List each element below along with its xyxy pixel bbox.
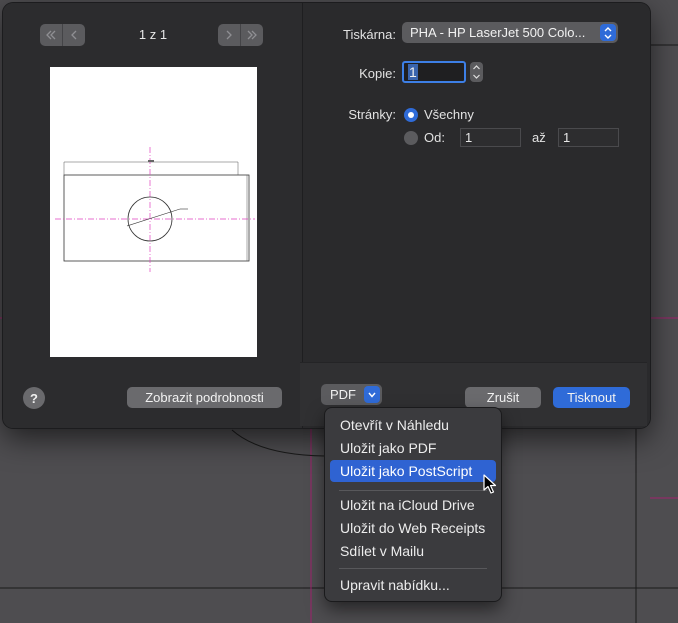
nav-back-group bbox=[40, 24, 85, 46]
menu-separator bbox=[339, 568, 487, 569]
menu-item-open-in-preview[interactable]: Otevřít v Náhledu bbox=[330, 414, 496, 436]
preview-pane: 1 z 1 ? Zobrazit podrobnosti bbox=[3, 3, 303, 428]
pages-all-radio[interactable] bbox=[404, 108, 418, 122]
menu-separator bbox=[339, 490, 487, 491]
pages-label: Stránky: bbox=[348, 107, 396, 122]
pages-from-radio[interactable] bbox=[404, 131, 418, 145]
menu-item-save-as-postscript[interactable]: Uložit jako PostScript bbox=[330, 460, 496, 482]
double-chevron-right-icon bbox=[247, 30, 257, 40]
menu-item-save-to-web-receipts[interactable]: Uložit do Web Receipts bbox=[330, 517, 496, 539]
updown-arrows-icon bbox=[600, 24, 616, 41]
chevron-right-icon bbox=[226, 30, 232, 40]
cancel-button[interactable]: Zrušit bbox=[465, 387, 541, 408]
menu-item-edit-menu[interactable]: Upravit nabídku... bbox=[330, 574, 496, 596]
menu-item-save-to-icloud[interactable]: Uložit na iCloud Drive bbox=[330, 494, 496, 516]
chevron-down-icon bbox=[364, 386, 380, 403]
page-preview bbox=[50, 67, 257, 357]
copies-stepper[interactable] bbox=[470, 62, 483, 82]
pages-all-label: Všechny bbox=[424, 107, 474, 122]
pdf-label: PDF bbox=[330, 387, 356, 402]
pages-to-label: až bbox=[532, 130, 546, 145]
printer-select[interactable]: PHA - HP LaserJet 500 Colo... bbox=[402, 22, 618, 43]
help-button[interactable]: ? bbox=[23, 387, 45, 409]
page-counter: 1 z 1 bbox=[138, 27, 168, 42]
menu-item-save-as-pdf[interactable]: Uložit jako PDF bbox=[330, 437, 496, 459]
drawing-preview bbox=[55, 147, 255, 272]
print-button[interactable]: Tisknout bbox=[553, 387, 630, 408]
printer-value: PHA - HP LaserJet 500 Colo... bbox=[410, 25, 586, 40]
printer-label: Tiskárna: bbox=[343, 27, 396, 42]
pages-from-field[interactable]: 1 bbox=[460, 128, 521, 147]
next-page-button[interactable] bbox=[218, 24, 240, 46]
pages-from-label: Od: bbox=[424, 130, 445, 145]
copies-field[interactable]: 1 bbox=[402, 61, 466, 83]
first-page-button[interactable] bbox=[40, 24, 62, 46]
double-chevron-left-icon bbox=[46, 30, 56, 40]
stepper-arrows-icon bbox=[473, 65, 480, 79]
menu-item-share-in-mail[interactable]: Sdílet v Mailu bbox=[330, 540, 496, 562]
chevron-left-icon bbox=[71, 30, 77, 40]
previous-page-button[interactable] bbox=[62, 24, 85, 46]
mouse-pointer-icon bbox=[483, 474, 497, 494]
show-details-button[interactable]: Zobrazit podrobnosti bbox=[127, 387, 282, 408]
copies-value: 1 bbox=[408, 64, 418, 80]
pdf-dropdown-menu: Otevřít v Náhledu Uložit jako PDF Uložit… bbox=[325, 408, 501, 601]
nav-forward-group bbox=[218, 24, 263, 46]
last-page-button[interactable] bbox=[240, 24, 263, 46]
pdf-menu-button[interactable]: PDF bbox=[321, 384, 382, 405]
pages-to-field[interactable]: 1 bbox=[558, 128, 619, 147]
copies-label: Kopie: bbox=[359, 66, 396, 81]
